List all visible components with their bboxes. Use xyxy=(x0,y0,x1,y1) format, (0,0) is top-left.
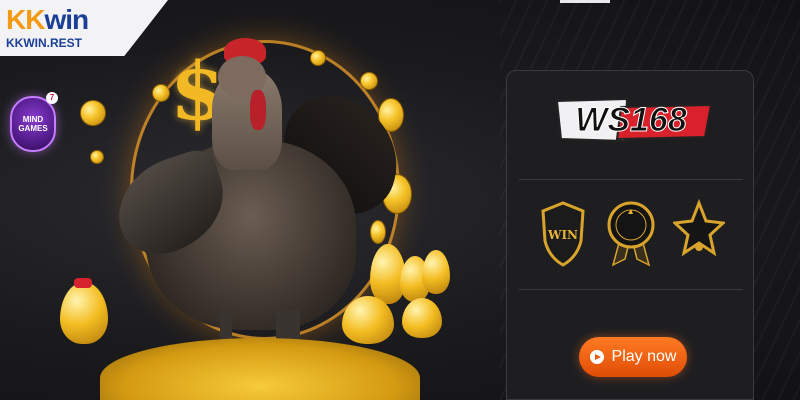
ws168-logo-text: WS168 xyxy=(575,101,687,139)
coin-icon xyxy=(360,72,378,90)
hero-rooster-artwork: $ xyxy=(60,20,480,400)
top-accent-line xyxy=(560,0,610,3)
golden-egg-icon xyxy=(60,282,108,344)
coin-icon xyxy=(90,150,104,164)
guarantee-medal-icon xyxy=(607,201,655,267)
star-award-icon xyxy=(673,199,725,257)
gold-coin-pile xyxy=(100,338,420,400)
play-now-label: Play now xyxy=(611,348,677,365)
mind-games-badge[interactable]: 7 MIND GAMES xyxy=(10,92,58,152)
panel-divider xyxy=(519,289,743,290)
ws168-logo: WS168 xyxy=(555,97,713,143)
win-shield-icon: WIN xyxy=(541,201,585,267)
game-panel: WS168 WIN Play now xyxy=(506,70,754,400)
coin-icon xyxy=(152,84,170,102)
coin-icon xyxy=(310,50,326,66)
golden-egg-icon xyxy=(402,298,442,338)
play-now-button[interactable]: Play now xyxy=(579,337,687,377)
coin-icon xyxy=(370,220,386,244)
badge-count: 7 xyxy=(46,92,58,104)
rooster-wattle xyxy=(250,90,266,130)
play-icon xyxy=(589,350,604,364)
mind-games-line1: MIND xyxy=(22,115,44,124)
win-shield-label: WIN xyxy=(547,228,578,242)
brand-name-kk: KK xyxy=(6,4,45,35)
ribbon-bow-icon xyxy=(74,278,92,288)
panel-divider xyxy=(519,179,743,180)
mind-games-line2: GAMES xyxy=(18,124,48,133)
golden-egg-icon xyxy=(422,250,450,294)
coin-icon xyxy=(80,100,106,126)
